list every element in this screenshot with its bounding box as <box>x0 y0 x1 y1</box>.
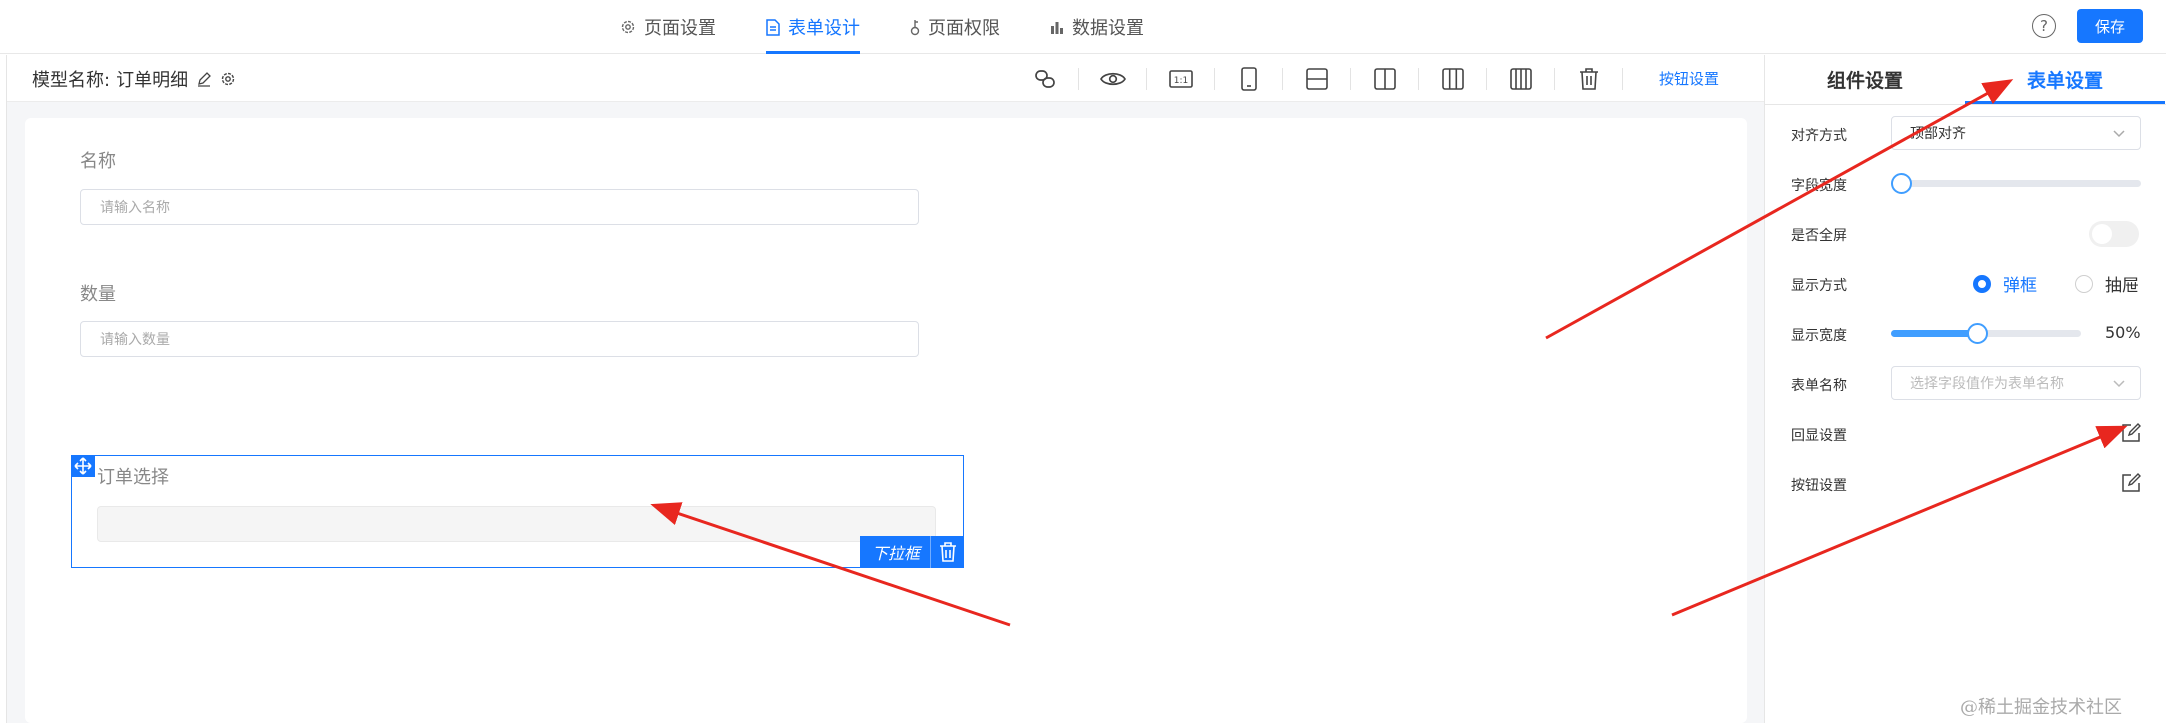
top-bar: 页面设置 表单设计 页面权限 数据设置 ? 保存 <box>0 0 2166 54</box>
tab-page-permissions[interactable]: 页面权限 <box>910 0 1000 54</box>
field-label-order-select: 订单选择 <box>97 467 169 488</box>
toolbar-divider <box>1486 68 1487 90</box>
slider-handle[interactable] <box>1967 323 1988 344</box>
tab-page-settings[interactable]: 页面设置 <box>620 0 716 54</box>
eye-icon[interactable] <box>1099 65 1127 93</box>
display-width-slider[interactable] <box>1891 323 2081 344</box>
layout-one-column-icon[interactable] <box>1303 65 1331 93</box>
quantity-input[interactable]: 请输入数量 <box>80 321 919 357</box>
edit-icon[interactable] <box>2121 473 2141 493</box>
gear-icon[interactable] <box>220 71 236 87</box>
document-icon <box>766 18 780 36</box>
button-settings-link[interactable]: 按钮设置 <box>1659 68 1719 89</box>
name-input[interactable]: 请输入名称 <box>80 189 919 225</box>
slider-handle[interactable] <box>1891 173 1912 194</box>
radio-label: 抽屉 <box>2105 276 2139 296</box>
toolbar-divider <box>1622 68 1623 90</box>
toolbar-divider <box>1078 68 1079 90</box>
trash-icon[interactable] <box>1575 65 1603 93</box>
toolbar-divider <box>1214 68 1215 90</box>
tab-divider <box>1765 104 2166 105</box>
tab-form-design[interactable]: 表单设计 <box>766 0 860 54</box>
button-settings-label: 按钮设置 <box>1791 478 1847 494</box>
radio-drawer[interactable]: 抽屉 <box>2075 271 2139 296</box>
ratio-text: 1:1 <box>1174 76 1188 86</box>
link-icon[interactable] <box>1031 65 1059 93</box>
radio-dot <box>2075 274 2093 293</box>
bar-chart-icon <box>1050 20 1064 34</box>
display-width-value: 50% <box>2105 323 2141 342</box>
toolbar-divider <box>1146 68 1147 90</box>
pencil-icon[interactable] <box>196 71 212 87</box>
field-label-quantity: 数量 <box>80 284 116 305</box>
ratio-icon[interactable]: 1:1 <box>1167 65 1195 93</box>
edit-icon[interactable] <box>2121 423 2141 443</box>
tab-form-settings[interactable]: 表单设置 <box>1965 55 2165 104</box>
main-nav: 页面设置 表单设计 页面权限 数据设置 <box>620 0 1194 54</box>
order-select-dropdown[interactable] <box>97 506 936 542</box>
chevron-down-icon <box>2112 126 2126 144</box>
display-width-label: 显示宽度 <box>1791 328 1847 344</box>
field-type-badge: 下拉框 <box>859 536 964 568</box>
form-canvas: 名称 请输入名称 数量 请输入数量 订单选择 下拉框 <box>25 118 1747 723</box>
move-handle-icon[interactable] <box>71 455 95 477</box>
field-width-slider[interactable] <box>1891 173 2141 194</box>
layout-four-columns-icon[interactable] <box>1507 65 1535 93</box>
mobile-icon[interactable] <box>1235 65 1263 93</box>
toolbar-divider <box>1350 68 1351 90</box>
tab-label: 页面权限 <box>928 18 1000 39</box>
save-button[interactable]: 保存 <box>2077 9 2143 43</box>
model-name-group: 模型名称: 订单明细 <box>32 66 236 92</box>
settings-panel: 组件设置 表单设置 对齐方式 顶部对齐 字段宽度 是否全屏 显示方式 弹框 抽屉… <box>1764 55 2166 723</box>
field-label-name: 名称 <box>80 151 116 172</box>
tab-component-settings[interactable]: 组件设置 <box>1765 55 1965 104</box>
radio-dialog[interactable]: 弹框 <box>1973 271 2037 296</box>
align-select[interactable]: 顶部对齐 <box>1891 116 2141 150</box>
tab-label: 页面设置 <box>644 18 716 39</box>
chevron-down-icon <box>2112 376 2126 394</box>
fullscreen-label: 是否全屏 <box>1791 228 1847 244</box>
form-name-placeholder: 选择字段值作为表单名称 <box>1910 376 2064 392</box>
form-designer-area: 模型名称: 订单明细 1:1 按钮设置 名称 请输入名称 数量 请输入数量 订单… <box>6 55 1765 723</box>
radio-dot <box>1973 274 1991 293</box>
radio-label: 弹框 <box>2003 276 2037 296</box>
field-width-label: 字段宽度 <box>1791 178 1847 194</box>
watermark: @稀土掘金技术社区 <box>1960 697 2122 718</box>
echo-settings-label: 回显设置 <box>1791 428 1847 444</box>
align-label: 对齐方式 <box>1791 128 1847 144</box>
fullscreen-toggle[interactable] <box>2089 221 2139 247</box>
toolbar-divider <box>1282 68 1283 90</box>
form-name-label: 表单名称 <box>1791 378 1847 394</box>
model-name-value: 订单明细 <box>116 70 189 91</box>
designer-toolbar: 模型名称: 订单明细 1:1 按钮设置 <box>7 55 1765 102</box>
gear-icon <box>620 19 636 35</box>
toggle-knob <box>2092 224 2112 244</box>
tab-data-settings[interactable]: 数据设置 <box>1050 0 1144 54</box>
model-name-label: 模型名称: <box>32 70 111 91</box>
help-icon[interactable]: ? <box>2032 14 2056 38</box>
selected-field-order-select[interactable]: 订单选择 下拉框 <box>71 455 964 568</box>
tab-label: 表单设计 <box>788 18 860 39</box>
align-value: 顶部对齐 <box>1910 126 1966 142</box>
display-mode-label: 显示方式 <box>1791 278 1847 294</box>
tab-label: 数据设置 <box>1072 18 1144 39</box>
layout-two-columns-icon[interactable] <box>1371 65 1399 93</box>
slider-fill <box>1891 330 1977 337</box>
toolbar-divider <box>1418 68 1419 90</box>
form-name-select[interactable]: 选择字段值作为表单名称 <box>1891 366 2141 400</box>
delete-field-icon[interactable] <box>930 536 964 568</box>
toolbar-divider <box>1554 68 1555 90</box>
key-icon <box>910 19 920 36</box>
field-type-label: 下拉框 <box>871 544 920 563</box>
layout-three-columns-icon[interactable] <box>1439 65 1467 93</box>
